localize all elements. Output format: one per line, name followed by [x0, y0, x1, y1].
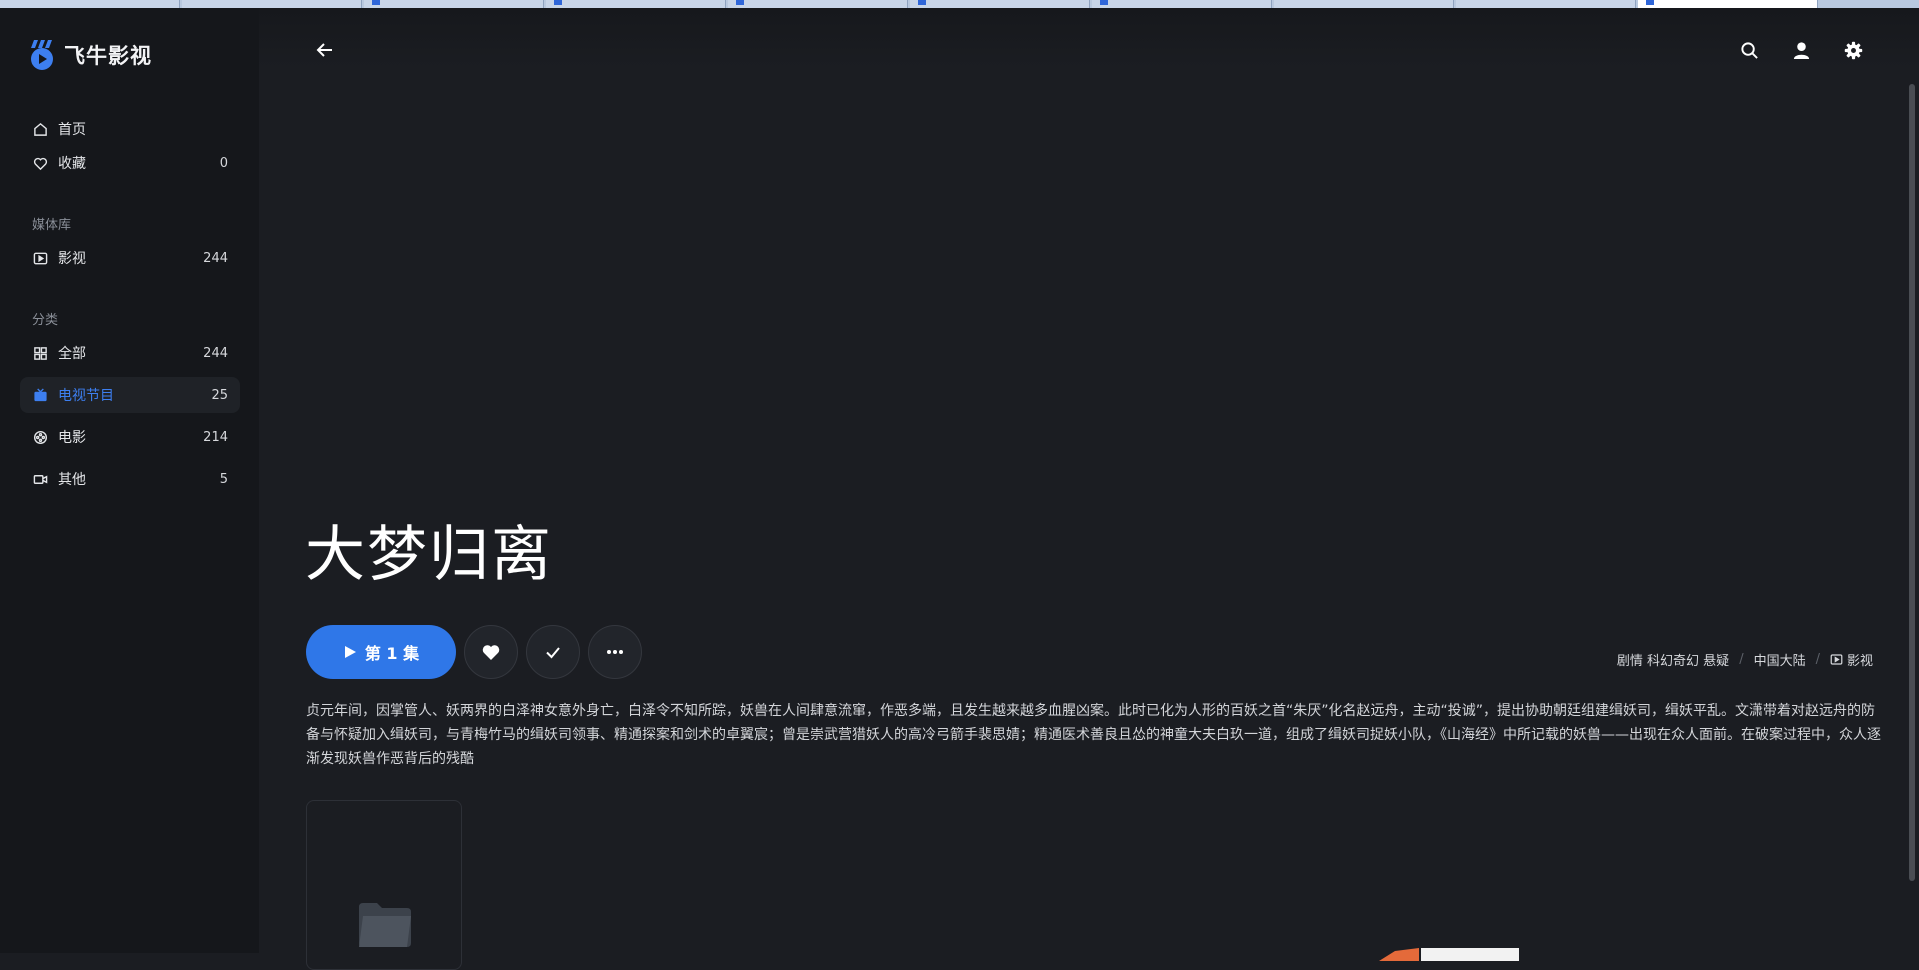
favorite-button[interactable] [464, 625, 518, 679]
browser-tab[interactable] [910, 0, 1090, 8]
sidebar-item-label: 电影 [58, 430, 86, 446]
sidebar-item-favorites[interactable]: 收藏 0 [20, 145, 240, 181]
check-icon [546, 647, 560, 659]
browser-tab[interactable] [546, 0, 726, 8]
search-icon [1740, 41, 1758, 59]
sidebar-item-count: 0 [219, 155, 228, 171]
video-camera-icon [32, 471, 48, 487]
browser-tab-active[interactable] [1638, 0, 1818, 8]
settings-button[interactable] [1839, 36, 1867, 64]
film-reel-icon [32, 429, 48, 445]
sidebar-item-other[interactable]: 其他 5 [20, 461, 240, 497]
section-title-library: 媒体库 [32, 218, 72, 233]
browser-tab[interactable] [182, 0, 362, 8]
more-options-button[interactable] [588, 625, 642, 679]
sidebar-item-home[interactable]: 首页 [20, 111, 240, 147]
sidebar-item-count: 244 [203, 345, 228, 361]
heart-icon [32, 155, 48, 171]
sidebar-item-all[interactable]: 全部 244 [20, 335, 240, 371]
app-logo[interactable]: 飞牛影视 [28, 38, 152, 72]
user-button[interactable] [1787, 36, 1815, 64]
sidebar-item-count: 214 [203, 429, 228, 445]
play-square-icon [1830, 654, 1843, 665]
sidebar-item-label: 其他 [58, 472, 86, 488]
sidebar-item-label: 电视节目 [58, 388, 114, 404]
browser-tab[interactable] [364, 0, 544, 8]
app-name: 飞牛影视 [64, 44, 152, 68]
browser-tab[interactable] [0, 0, 180, 8]
sidebar-item-count: 244 [203, 250, 228, 266]
search-button[interactable] [1735, 36, 1763, 64]
grid-icon [32, 345, 48, 361]
play-episode-button[interactable]: 第 1 集 [306, 625, 456, 679]
browser-tab[interactable] [1274, 0, 1454, 8]
user-icon [1793, 41, 1809, 59]
show-meta: 剧情 科幻奇幻 悬疑 / 中国大陆 / 影视 [1617, 650, 1873, 669]
topbar-actions [1735, 36, 1867, 64]
show-title: 大梦归离 [305, 520, 553, 590]
show-description: 贞元年间，因掌管人、妖两界的白泽神女意外身亡，白泽令不知所踪，妖兽在人间肆意流窜… [306, 703, 1881, 767]
sidebar-item-label: 影视 [58, 251, 86, 267]
play-episode-label: 第 1 集 [364, 644, 420, 663]
sidebar-item-label: 全部 [58, 346, 86, 362]
sidebar-item-tv-shows[interactable]: 电视节目 25 [20, 377, 240, 413]
sidebar-item-movies-tv[interactable]: 影视 244 [20, 240, 240, 276]
heart-icon [482, 645, 500, 660]
tv-icon [32, 387, 48, 403]
play-icon [344, 646, 356, 658]
folder-icon [359, 903, 411, 947]
sidebar-item-count: 25 [211, 387, 228, 403]
decorative-graphic [1379, 948, 1519, 961]
sidebar-item-count: 5 [219, 471, 228, 487]
browser-tab[interactable] [1092, 0, 1272, 8]
library-label: 影视 [1846, 654, 1873, 669]
main-content: 大梦归离 第 1 集 剧情 科幻奇幻 悬疑 / 中国大陆 / 影视 贞元年间，因… [259, 8, 1919, 970]
home-icon [32, 121, 48, 137]
logo-icon [28, 38, 58, 72]
sidebar: 飞牛影视 首页 收藏 0 媒体库 影视 244 分类 全部 244 电视节目 2… [0, 8, 259, 953]
meta-separator: / [1739, 652, 1744, 667]
mark-watched-button[interactable] [526, 625, 580, 679]
browser-tab-strip [0, 0, 1919, 8]
region: 中国大陆 [1753, 654, 1806, 669]
more-horizontal-icon [607, 650, 623, 654]
vertical-scrollbar[interactable] [1909, 84, 1915, 881]
library-link[interactable]: 影视 [1830, 650, 1873, 669]
browser-tab[interactable] [1456, 0, 1636, 8]
section-title-category: 分类 [32, 313, 59, 328]
arrow-left-icon [316, 43, 332, 57]
gear-icon [1844, 41, 1862, 59]
play-square-icon [32, 250, 48, 266]
browser-tab[interactable] [728, 0, 908, 8]
meta-separator: / [1815, 652, 1820, 667]
folder-card[interactable] [306, 800, 462, 970]
genres: 剧情 科幻奇幻 悬疑 [1616, 654, 1730, 669]
back-button[interactable] [311, 36, 339, 64]
sidebar-item-label: 首页 [58, 122, 86, 138]
sidebar-item-movies[interactable]: 电影 214 [20, 419, 240, 455]
sidebar-item-label: 收藏 [58, 156, 86, 172]
